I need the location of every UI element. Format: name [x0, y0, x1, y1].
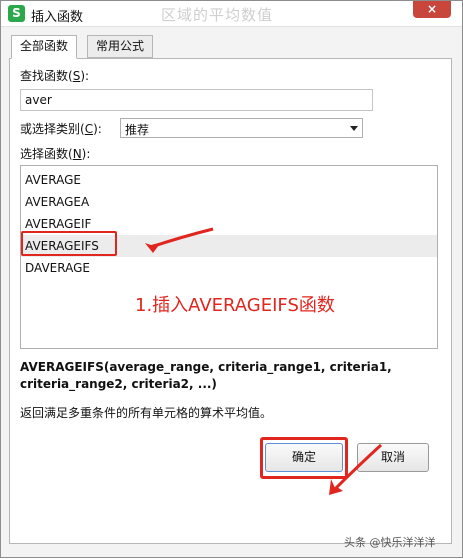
list-item[interactable]: AVERAGE — [21, 169, 437, 191]
list-item[interactable]: AVERAGEA — [21, 191, 437, 213]
tab-all-functions[interactable]: 全部函数 — [11, 35, 78, 59]
category-select[interactable]: 推荐 — [120, 118, 363, 138]
search-input[interactable] — [20, 89, 373, 111]
function-description: 返回满足多重条件的所有单元格的算术平均值。 — [20, 406, 273, 420]
category-selected-value: 推荐 — [125, 123, 150, 137]
background-ghost-text: 区域的平均数值 — [161, 6, 274, 24]
ok-button[interactable]: 确定 — [265, 443, 343, 472]
category-label: 或选择类别(C): — [20, 122, 102, 136]
search-label: 查找函数(S): — [20, 69, 90, 83]
highlight-box — [21, 231, 117, 256]
tab-common-formulas[interactable]: 常用公式 — [87, 35, 154, 58]
dialog-title: 插入函数 — [31, 10, 84, 25]
close-button[interactable]: × — [413, 1, 451, 18]
chevron-down-icon — [350, 126, 358, 131]
cancel-button[interactable]: 取消 — [357, 443, 429, 472]
list-item[interactable]: DAVERAGE — [21, 257, 437, 279]
title-bar: S 插入函数 区域的平均数值 × — [1, 1, 462, 27]
annotation-text: 1.插入AVERAGEIFS函数 — [135, 295, 335, 316]
insert-function-dialog: S 插入函数 区域的平均数值 × 全部函数 常用公式 查找函数(S): 或选择类… — [0, 0, 463, 558]
app-logo-icon: S — [8, 5, 25, 22]
watermark: 头条 @快乐洋洋洋 — [344, 536, 436, 549]
function-list-label: 选择函数(N): — [20, 147, 91, 161]
function-listbox[interactable]: AVERAGE AVERAGEA AVERAGEIF AVERAGEIFS DA… — [20, 165, 438, 349]
function-syntax: AVERAGEIFS(average_range, criteria_range… — [20, 360, 392, 391]
